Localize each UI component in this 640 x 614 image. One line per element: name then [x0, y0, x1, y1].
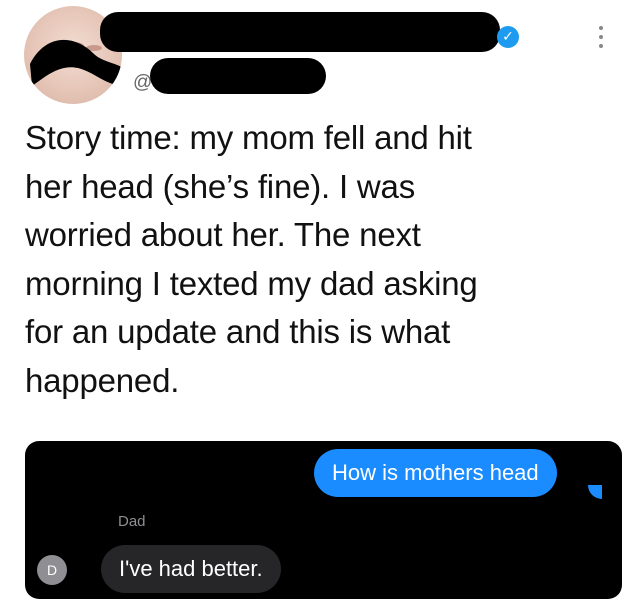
- outgoing-message-bubble: How is mothers head: [314, 449, 557, 497]
- tweet-line: worried about her. The next: [25, 216, 421, 253]
- incoming-message-bubble: I've had better.: [101, 545, 281, 593]
- user-handle[interactable]: @: [133, 72, 333, 94]
- tweet-line: happened.: [25, 361, 180, 399]
- more-options-icon[interactable]: [596, 26, 606, 48]
- message-screenshot: How is mothers head Dad D I've had bette…: [25, 441, 622, 599]
- sender-name: Dad: [118, 513, 146, 530]
- tweet-line: her head (she’s fine). I was: [25, 167, 415, 205]
- sender-avatar: D: [37, 555, 67, 585]
- tweet-text: Story time: my mom fell and hit her head…: [25, 114, 615, 405]
- tweet-line: morning I texted my dad asking: [25, 264, 478, 302]
- outgoing-bubble-tail: [588, 485, 602, 499]
- tweet-line: for an update and this is what: [25, 313, 451, 350]
- tweet-line: Story time: my mom fell and hit: [25, 119, 472, 156]
- verified-badge-icon: ✓: [497, 26, 519, 48]
- redacted-display-name: [100, 12, 500, 52]
